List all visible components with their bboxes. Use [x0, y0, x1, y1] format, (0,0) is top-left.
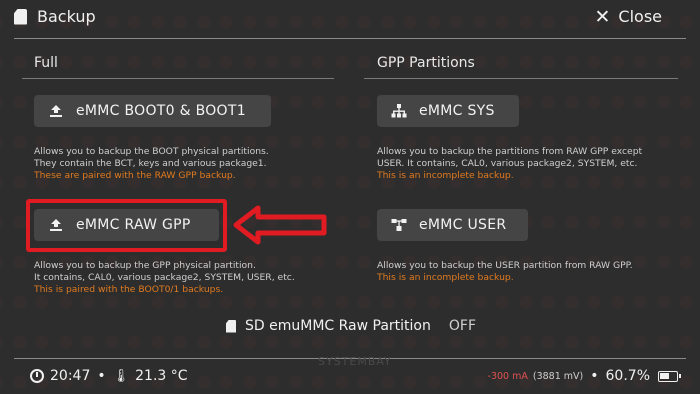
sd-card-icon [14, 8, 27, 25]
emmc-raw-gpp-description: Allows you to backup the GPP physical pa… [34, 260, 295, 296]
upload-icon [48, 217, 64, 233]
status-time: 20:47 [50, 368, 91, 384]
status-bar-right: -300 mA (3881 mV) • 60.7% [487, 368, 681, 384]
emmc-sys-warning: This is an incomplete backup. [377, 170, 514, 181]
emummc-label: SD emuMMC Raw Partition [245, 318, 431, 334]
battery-icon [658, 370, 681, 382]
emummc-state: OFF [448, 318, 476, 334]
emmc-boot-label: eMMC BOOT0 & BOOT1 [76, 103, 246, 119]
emmc-boot-warning: These are paired with the RAW GPP backup… [34, 170, 236, 181]
background-pattern [0, 0, 700, 394]
emmc-raw-gpp-button[interactable]: eMMC RAW GPP [34, 209, 219, 241]
close-label: Close [618, 7, 662, 26]
emmc-sys-description: Allows you to backup the partitions from… [377, 146, 642, 182]
section-divider-full [22, 78, 334, 79]
status-current: -300 mA [487, 370, 528, 382]
sd-card-icon [226, 319, 236, 333]
top-divider [14, 38, 686, 39]
emummc-raw-partition-toggle[interactable]: SD emuMMC Raw Partition OFF [226, 318, 476, 334]
close-icon: ✕ [594, 5, 611, 28]
separator-dot: • [97, 368, 106, 384]
status-battery: 60.7% [605, 368, 650, 384]
separator-dot: • [590, 368, 599, 384]
watermark-logo: SYSTEMBAY [318, 355, 392, 368]
emmc-sys-desc-line-2: USER. It contains, CAL0, various package… [377, 158, 638, 169]
emmc-boot-desc-line-2: They contain the BCT, keys and various p… [34, 158, 267, 169]
section-divider-gpp [364, 78, 678, 79]
emmc-boot-button[interactable]: eMMC BOOT0 & BOOT1 [34, 95, 271, 127]
status-bar-left: 20:47 • 🌡 21.3 °C [30, 368, 188, 384]
section-title-full: Full [34, 55, 58, 71]
share-icon [391, 217, 407, 233]
section-title-gpp: GPP Partitions [377, 55, 475, 71]
thermometer-icon: 🌡 [112, 368, 130, 384]
emmc-user-label: eMMC USER [419, 217, 507, 233]
emmc-sys-label: eMMC SYS [419, 103, 495, 119]
emmc-user-warning: This is an incomplete backup. [377, 272, 514, 283]
emmc-sys-button[interactable]: eMMC SYS [377, 95, 519, 127]
red-arrow-annotation [233, 205, 327, 245]
page-title: Backup [14, 7, 96, 26]
page-title-label: Backup [37, 7, 96, 26]
emmc-raw-gpp-desc-line-1: Allows you to backup the GPP physical pa… [34, 260, 256, 271]
emmc-raw-gpp-warning: This is paired with the BOOT0/1 backups. [34, 284, 224, 295]
emmc-boot-description: Allows you to backup the BOOT physical p… [34, 146, 269, 182]
emmc-sys-desc-line-1: Allows you to backup the partitions from… [377, 146, 643, 157]
emmc-raw-gpp-label: eMMC RAW GPP [76, 217, 191, 233]
status-voltage: (3881 mV) [532, 370, 584, 382]
emmc-user-desc-line-1: Allows you to backup the USER partition … [377, 260, 633, 271]
emmc-user-description: Allows you to backup the USER partition … [377, 260, 633, 284]
upload-icon [48, 103, 64, 119]
emmc-raw-gpp-desc-line-2: It contains, CAL0, various package2, SYS… [34, 272, 295, 283]
top-bar: Backup ✕ Close [0, 0, 700, 36]
close-button[interactable]: ✕ Close [594, 7, 662, 26]
status-temperature: 21.3 °C [135, 368, 188, 384]
hierarchy-icon [391, 103, 407, 119]
clock-icon [30, 369, 44, 383]
emmc-boot-desc-line-1: Allows you to backup the BOOT physical p… [34, 146, 269, 157]
emmc-user-button[interactable]: eMMC USER [377, 209, 528, 241]
